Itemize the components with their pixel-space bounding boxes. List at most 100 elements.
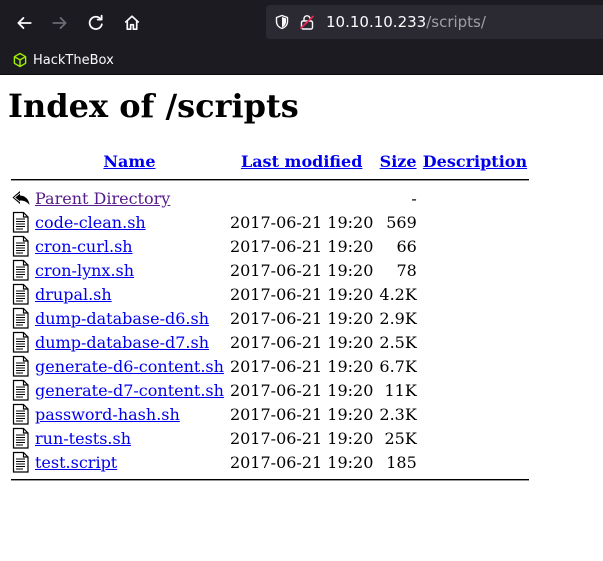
back-arrow-icon xyxy=(11,187,31,209)
arrow-right-icon xyxy=(52,16,67,29)
name-header: Name xyxy=(33,149,226,173)
bookmark-label: HackTheBox xyxy=(33,52,114,68)
size-cell: 185 xyxy=(386,452,417,472)
file-link[interactable]: drupal.sh xyxy=(35,285,112,304)
text-file-icon xyxy=(11,331,31,353)
text-file-icon xyxy=(11,451,31,473)
description-cell xyxy=(421,307,529,329)
modified-cell: 2017-06-21 19:20 xyxy=(229,356,374,376)
url-path: /scripts/ xyxy=(426,13,486,31)
description-cell xyxy=(421,451,529,473)
modified-cell: 2017-06-21 19:20 xyxy=(229,404,374,424)
text-file-icon xyxy=(11,427,31,449)
home-button[interactable] xyxy=(114,5,150,41)
description-cell xyxy=(421,403,529,425)
description-cell xyxy=(421,283,529,305)
file-link[interactable]: cron-lynx.sh xyxy=(35,261,134,280)
reload-button[interactable] xyxy=(78,5,114,41)
bookmarks-bar: HackTheBox xyxy=(0,45,603,75)
parent-directory-row: Parent Directory - xyxy=(11,187,529,209)
file-row: cron-lynx.sh 2017-06-21 19:20 78 xyxy=(11,259,529,281)
url-bar[interactable]: 10.10.10.233/scripts/ xyxy=(266,5,603,39)
file-link[interactable]: password-hash.sh xyxy=(35,405,180,424)
page-title: Index of /scripts xyxy=(8,87,299,125)
size-cell: - xyxy=(411,188,417,208)
file-link[interactable]: dump-database-d6.sh xyxy=(35,309,209,328)
description-cell xyxy=(421,427,529,449)
icon-header xyxy=(11,149,31,173)
modified-cell: 2017-06-21 19:20 xyxy=(229,428,374,448)
file-name-cell: password-hash.sh xyxy=(33,403,226,425)
sort-by-modified-link[interactable]: Last modified xyxy=(241,152,362,171)
description-cell xyxy=(421,259,529,281)
modified-cell xyxy=(228,187,375,209)
modified-cell: 2017-06-21 19:20 xyxy=(229,308,374,328)
file-link[interactable]: generate-d7-content.sh xyxy=(35,381,224,400)
sort-by-description-link[interactable]: Description xyxy=(423,152,527,171)
arrow-left-icon xyxy=(17,16,32,29)
forward-button[interactable] xyxy=(42,5,78,41)
file-row: code-clean.sh 2017-06-21 19:20 569 xyxy=(11,211,529,233)
file-link[interactable]: run-tests.sh xyxy=(35,429,131,448)
file-link[interactable]: cron-curl.sh xyxy=(35,237,133,256)
file-link[interactable]: generate-d6-content.sh xyxy=(35,357,224,376)
size-cell: 569 xyxy=(386,212,417,232)
bottom-divider xyxy=(11,475,530,485)
file-name-cell: drupal.sh xyxy=(33,283,226,305)
modified-cell: 2017-06-21 19:20 xyxy=(229,284,374,304)
text-file-icon xyxy=(11,355,31,377)
url-text[interactable]: 10.10.10.233/scripts/ xyxy=(326,13,486,31)
text-file-icon xyxy=(11,235,31,257)
size-cell: 66 xyxy=(396,236,417,256)
parent-directory-link[interactable]: Parent Directory xyxy=(35,189,170,208)
modified-cell: 2017-06-21 19:20 xyxy=(229,212,374,232)
file-name-cell: dump-database-d7.sh xyxy=(33,331,226,353)
top-divider xyxy=(11,175,530,185)
size-cell: 11K xyxy=(384,380,417,400)
bookmark-hackthebox[interactable]: HackTheBox xyxy=(12,52,114,68)
file-link[interactable]: test.script xyxy=(35,453,117,472)
description-cell xyxy=(421,379,529,401)
header-row: Name Last modified Size Description xyxy=(11,149,529,173)
file-name-cell: dump-database-d6.sh xyxy=(33,307,226,329)
size-cell: 6.7K xyxy=(379,356,417,376)
text-file-icon xyxy=(11,307,31,329)
browser-toolbar: 10.10.10.233/scripts/ xyxy=(0,0,603,45)
home-icon xyxy=(124,14,140,30)
text-file-icon xyxy=(11,283,31,305)
back-button[interactable] xyxy=(6,5,42,41)
shield-icon[interactable] xyxy=(274,14,290,30)
reload-icon xyxy=(88,14,103,30)
file-name-cell: cron-lynx.sh xyxy=(33,259,226,281)
parent-directory-cell: Parent Directory xyxy=(33,187,226,209)
file-link[interactable]: code-clean.sh xyxy=(35,213,146,232)
modified-cell: 2017-06-21 19:20 xyxy=(229,260,374,280)
file-row: password-hash.sh 2017-06-21 19:20 2.3K xyxy=(11,403,529,425)
file-link[interactable]: dump-database-d7.sh xyxy=(35,333,209,352)
file-row: dump-database-d7.sh 2017-06-21 19:20 2.5K xyxy=(11,331,529,353)
description-cell xyxy=(421,187,529,209)
text-file-icon xyxy=(11,211,31,233)
modified-cell: 2017-06-21 19:20 xyxy=(229,332,374,352)
text-file-icon xyxy=(11,259,31,281)
size-cell: 4.2K xyxy=(379,284,417,304)
size-cell: 25K xyxy=(384,428,417,448)
insecure-lock-icon[interactable] xyxy=(300,14,314,30)
file-row: drupal.sh 2017-06-21 19:20 4.2K xyxy=(11,283,529,305)
file-row: generate-d7-content.sh 2017-06-21 19:20 11… xyxy=(11,379,529,401)
sort-by-size-link[interactable]: Size xyxy=(380,152,417,171)
hackthebox-cube-icon xyxy=(13,52,27,68)
description-cell xyxy=(421,331,529,353)
url-host: 10.10.10.233 xyxy=(326,13,427,31)
file-row: test.script 2017-06-21 19:20 185 xyxy=(11,451,529,473)
size-cell: 2.9K xyxy=(379,308,417,328)
file-row: cron-curl.sh 2017-06-21 19:20 66 xyxy=(11,235,529,257)
description-cell xyxy=(421,211,529,233)
modified-cell: 2017-06-21 19:20 xyxy=(229,452,374,472)
size-cell: 78 xyxy=(396,260,417,280)
file-name-cell: generate-d6-content.sh xyxy=(33,355,226,377)
description-cell xyxy=(421,355,529,377)
directory-listing: Name Last modified Size Description Pare… xyxy=(9,147,531,487)
text-file-icon xyxy=(11,379,31,401)
sort-by-name-link[interactable]: Name xyxy=(103,152,155,171)
